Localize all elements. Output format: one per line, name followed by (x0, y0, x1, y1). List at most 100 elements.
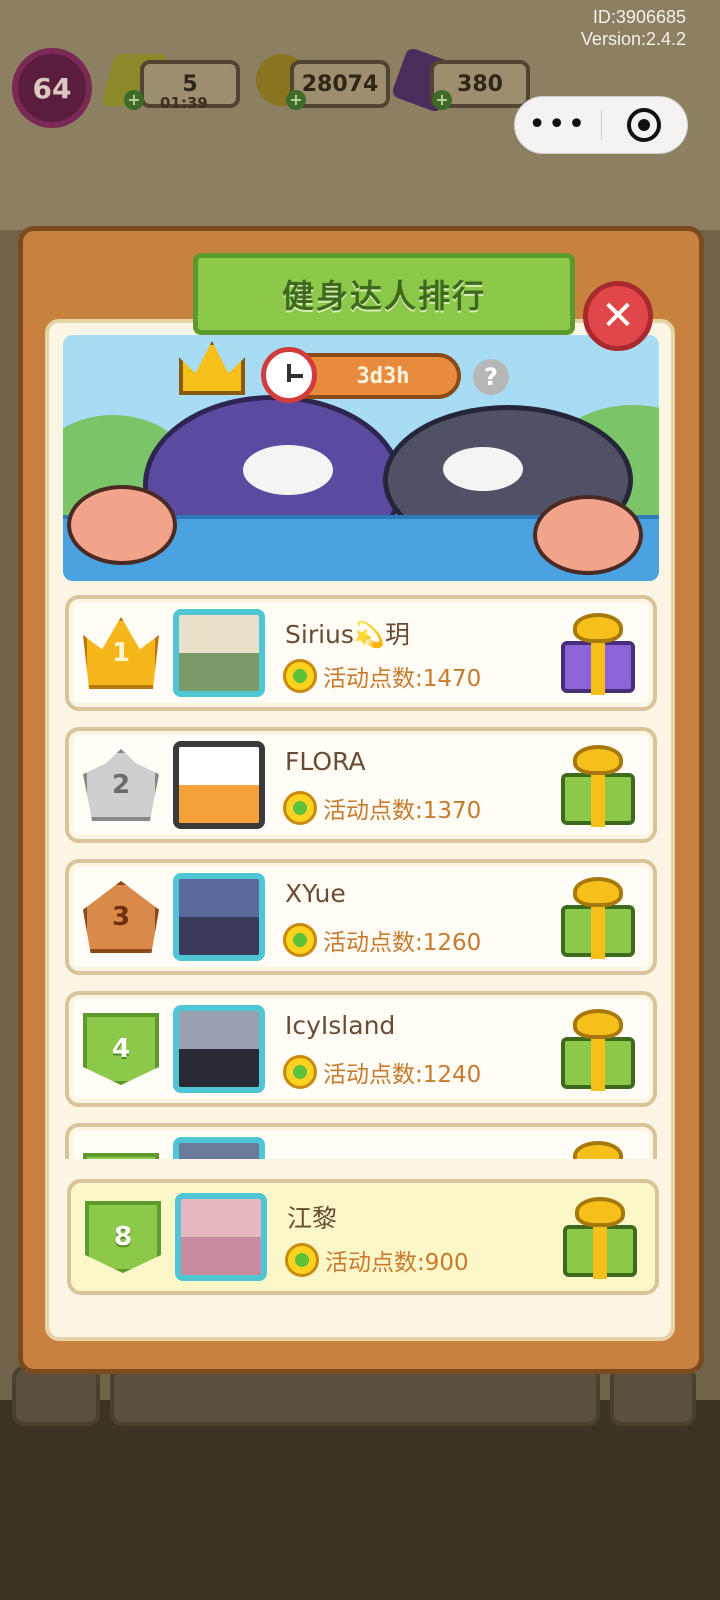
dialog-title: 健身达人排行 (281, 277, 486, 315)
activity-points: 活动点数:1370 (283, 791, 481, 825)
player-name: XYue (285, 879, 346, 908)
swimmer-illustration (67, 485, 177, 565)
avatar-portrait-lower (181, 1237, 261, 1275)
flower-icon (283, 659, 317, 693)
gift-bow (573, 745, 623, 775)
avatar-car-interior (179, 1011, 259, 1049)
ranking-dialog: 3d3h ? 1 Sirius💫玥 活动点数:1470 2 FLORA 活动点数… (18, 226, 704, 1374)
gem-value: 380 (457, 71, 503, 97)
level-badge[interactable]: 64 (12, 48, 92, 128)
clock-hand (289, 374, 303, 378)
dialog-content: 3d3h ? 1 Sirius💫玥 活动点数:1470 2 FLORA 活动点数… (45, 319, 675, 1341)
activity-points-text: 活动点数:1470 (323, 666, 482, 692)
player-name: FLORA (285, 747, 366, 776)
activity-points-text: 活动点数:900 (325, 1250, 469, 1276)
target-icon-dot (638, 119, 651, 131)
gift-bow (573, 613, 623, 643)
background-left-button (12, 1366, 100, 1426)
exit-mini-program-button[interactable] (602, 108, 688, 142)
player-name: IcyIsland (285, 1011, 396, 1040)
player-avatar[interactable] (173, 873, 265, 961)
background-bottom (0, 1400, 720, 1600)
whale-patch (243, 445, 333, 495)
activity-points-text: 活动点数:1260 (323, 930, 482, 956)
coin-plus-icon[interactable]: + (286, 90, 306, 110)
dialog-title-ribbon: 健身达人排行 (164, 253, 604, 344)
rank-badge-silver: 2 (83, 749, 159, 821)
energy-timer: 01:39 (160, 94, 208, 112)
gift-bow (573, 1009, 623, 1039)
player-avatar[interactable] (173, 609, 265, 697)
gift-ribbon (591, 639, 605, 695)
close-button[interactable]: ✕ (583, 281, 653, 351)
energy-plus-icon[interactable]: + (124, 90, 144, 110)
background-center-bar (110, 1366, 600, 1426)
ranking-row[interactable]: 2 FLORA 活动点数:1370 (65, 727, 657, 843)
gift-ribbon (591, 903, 605, 959)
green-gift-icon[interactable] (559, 1009, 637, 1091)
avatar-sky (179, 615, 259, 653)
ranking-row-partial[interactable] (65, 1123, 657, 1159)
avatar-duck-face (179, 747, 259, 785)
avatar-landscape (179, 653, 259, 691)
clock-hand (287, 364, 291, 382)
flower-icon (283, 923, 317, 957)
ranking-list[interactable]: 1 Sirius💫玥 活动点数:1470 2 FLORA 活动点数:1370 3… (61, 595, 661, 1159)
player-name: Sirius💫玥 (285, 620, 411, 649)
build-info: ID:3906685 Version:2.4.2 (581, 6, 686, 50)
player-avatar[interactable] (173, 741, 265, 829)
event-timer-text: 3d3h (356, 363, 410, 389)
activity-points: 活动点数:1470 (283, 659, 481, 693)
green-gift-icon[interactable] (559, 745, 637, 827)
event-banner: 3d3h ? (63, 335, 659, 581)
player-avatar[interactable] (173, 1005, 265, 1093)
activity-points-text: 活动点数:1240 (323, 1062, 482, 1088)
target-icon (627, 108, 662, 142)
avatar-dashboard (179, 1049, 259, 1087)
purple-gift-icon[interactable] (559, 613, 637, 695)
gem-plus-icon[interactable]: + (432, 90, 452, 110)
clock-icon (261, 347, 317, 403)
avatar-portrait (181, 1199, 261, 1237)
rank-badge-green: 4 (83, 1013, 159, 1085)
avatar-duck-beak (179, 785, 259, 823)
flower-icon (283, 1055, 317, 1089)
activity-points: 活动点数:1260 (283, 923, 481, 957)
rank-badge-green: 8 (85, 1201, 161, 1273)
coin-value: 28074 (301, 71, 379, 97)
ranking-row[interactable]: 1 Sirius💫玥 活动点数:1470 (65, 595, 657, 711)
gift-ribbon (593, 1223, 607, 1279)
green-gift-icon[interactable] (559, 877, 637, 959)
gift-ribbon (591, 771, 605, 827)
avatar-night-sky (179, 879, 259, 917)
rank-badge-gold: 1 (83, 617, 159, 689)
activity-points-text: 活动点数:1370 (323, 798, 482, 824)
flower-icon (285, 1243, 319, 1277)
gift-bow (573, 877, 623, 907)
player-avatar[interactable] (173, 1137, 265, 1159)
gift-bow (575, 1197, 625, 1227)
activity-points: 活动点数:1240 (283, 1055, 481, 1089)
more-menu-button[interactable]: ••• (515, 96, 601, 154)
ranking-row[interactable]: 3 XYue 活动点数:1260 (65, 859, 657, 975)
user-id-text: ID:3906685 (592, 7, 686, 27)
player-name: 江黎 (287, 1204, 338, 1233)
mini-program-capsule: ••• (514, 96, 688, 154)
version-text: Version:2.4.2 (580, 29, 686, 49)
gift-bow (573, 1141, 623, 1159)
player-avatar[interactable] (175, 1193, 267, 1281)
green-gift-icon[interactable] (559, 1141, 637, 1159)
help-button[interactable]: ? (473, 359, 509, 395)
gift-ribbon (591, 1035, 605, 1091)
ranking-row[interactable]: 4 IcyIsland 活动点数:1240 (65, 991, 657, 1107)
green-gift-icon[interactable] (561, 1197, 639, 1279)
swimmer-illustration (533, 495, 643, 575)
energy-value: 5 (182, 71, 198, 97)
avatar-ground (179, 917, 259, 955)
rank-badge-bronze: 3 (83, 881, 159, 953)
orca-patch (443, 447, 523, 491)
activity-points: 活动点数:900 (285, 1243, 469, 1277)
level-value: 64 (32, 71, 72, 105)
rank-badge-green (83, 1153, 159, 1159)
own-ranking-row[interactable]: 8 江黎 活动点数:900 (67, 1179, 659, 1295)
